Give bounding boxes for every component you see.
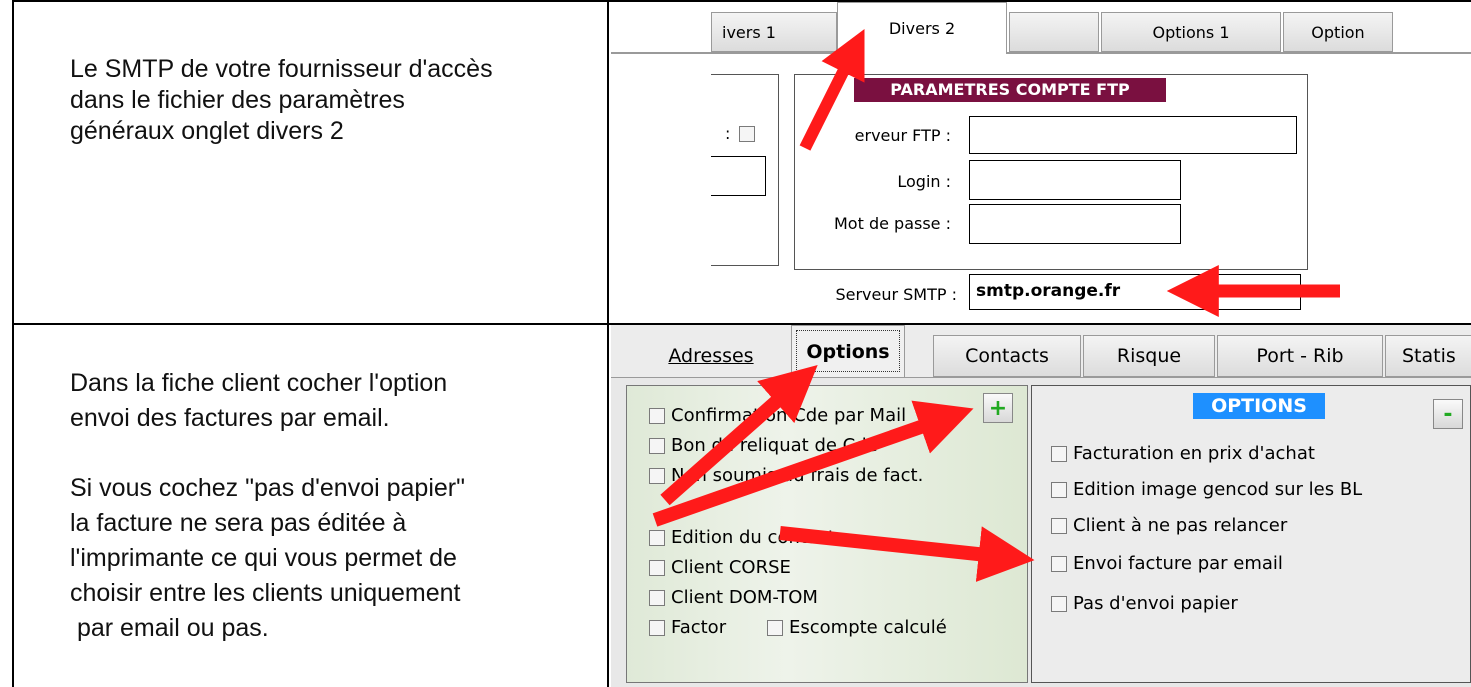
arrow-to-divers2-tab [799,28,865,151]
arrow-to-envoi-email [779,526,1035,582]
annotation-arrows [652,28,1340,582]
